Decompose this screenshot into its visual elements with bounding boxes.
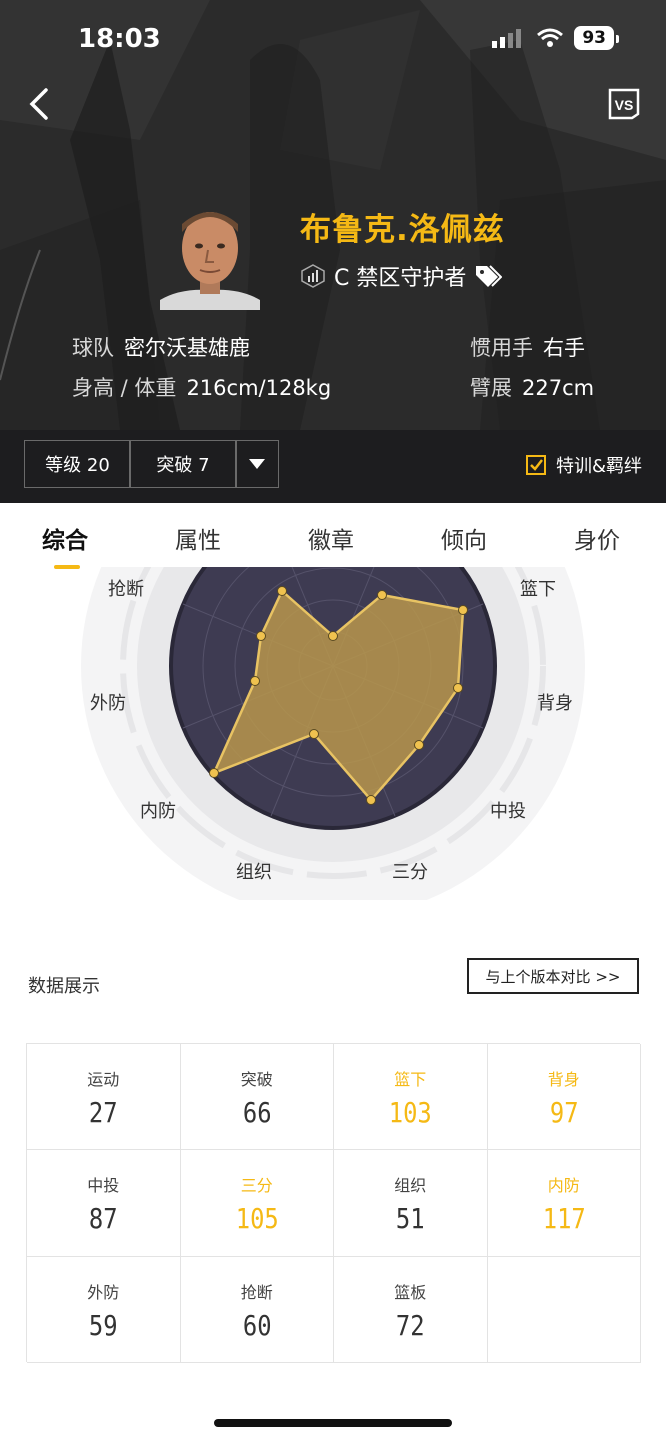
player-role: C 禁区守护者 <box>334 266 467 291</box>
radar-chart-svg <box>81 567 585 900</box>
player-avatar <box>160 202 260 310</box>
stat-cell: 突破 66 <box>180 1044 334 1151</box>
radar-chart: 篮下 背身 中投 三分 组织 内防 外防 抢断 <box>0 567 666 900</box>
height-weight-label: 身高 / 体重 <box>72 376 177 400</box>
hand-value: 右手 <box>543 336 585 360</box>
breakthrough-selector[interactable]: 突破 7 <box>129 440 237 488</box>
stat-value: 117 <box>542 1202 586 1236</box>
level-selector[interactable]: 等级 20 <box>24 440 131 488</box>
chevron-left-icon <box>29 88 48 120</box>
dropdown-button[interactable] <box>235 440 279 488</box>
status-time: 18:03 <box>78 24 161 54</box>
stat-label: 三分 <box>240 1176 273 1196</box>
signal-icon <box>492 29 522 48</box>
player-name: 布鲁克.洛佩兹 <box>300 212 505 248</box>
stat-value: 59 <box>88 1308 118 1342</box>
section-title: 数据展示 <box>28 976 100 997</box>
position-badge-icon <box>301 264 325 288</box>
tab-tendencies[interactable]: 倾向 <box>441 521 487 555</box>
team-info: 球队 密尔沃基雄鹿 <box>72 332 250 362</box>
stat-value: 60 <box>242 1308 272 1342</box>
height-weight-value: 216cm/128kg <box>186 376 332 400</box>
radar-label-steal: 抢断 <box>108 579 144 600</box>
vs-compare-icon: VS <box>608 88 640 120</box>
stat-cell: 外防 59 <box>27 1256 181 1363</box>
stat-label: 组织 <box>394 1176 427 1196</box>
control-bar: 等级 20 突破 7 特训&羁绊 <box>0 430 666 503</box>
stats-grid: 运动 27 突破 66 篮下 103 背身 97 中投 87 三分 105 组织… <box>26 1043 641 1363</box>
tab-badges[interactable]: 徽章 <box>308 521 354 555</box>
status-icons: 93 <box>492 26 619 50</box>
team-label: 球队 <box>72 336 114 360</box>
stat-label: 外防 <box>87 1282 120 1302</box>
training-bond-toggle[interactable]: 特训&羁绊 <box>525 452 642 478</box>
tab-attributes[interactable]: 属性 <box>175 521 221 555</box>
stat-cell: 篮板 72 <box>334 1256 488 1363</box>
stat-value: 87 <box>88 1202 118 1236</box>
stat-cell: 中投 87 <box>27 1150 181 1257</box>
stat-cell: 篮下 103 <box>334 1044 488 1151</box>
radar-label-midrange: 中投 <box>490 801 526 822</box>
stat-cell: 背身 97 <box>487 1044 641 1151</box>
compare-version-button[interactable]: 与上个版本对比 >> <box>467 958 639 994</box>
stat-label: 篮下 <box>394 1070 427 1089</box>
radar-label-playmaking: 组织 <box>236 862 272 883</box>
stat-value: 51 <box>395 1202 425 1236</box>
svg-text:VS: VS <box>615 97 634 113</box>
stat-label: 中投 <box>87 1176 120 1196</box>
training-bond-label: 特训&羁绊 <box>555 456 642 477</box>
team-value: 密尔沃基雄鹿 <box>124 336 250 360</box>
hand-info: 惯用手 右手 <box>470 332 585 362</box>
caret-down-icon <box>249 459 265 469</box>
battery-indicator: 93 <box>574 26 619 50</box>
stat-label: 抢断 <box>240 1282 273 1302</box>
stat-value: 103 <box>388 1096 432 1129</box>
stat-label: 内防 <box>547 1176 580 1196</box>
stat-cell: 抢断 60 <box>180 1256 334 1363</box>
wingspan-value: 227cm <box>522 376 595 400</box>
stat-label: 突破 <box>240 1070 273 1089</box>
stat-cell-empty <box>487 1256 641 1363</box>
vs-compare-button[interactable]: VS <box>606 86 642 122</box>
stat-value: 66 <box>242 1096 272 1129</box>
radar-label-interior-defense: 内防 <box>140 801 176 822</box>
wifi-icon <box>537 28 564 47</box>
stat-cell: 三分 105 <box>180 1150 334 1257</box>
check-icon <box>530 459 543 471</box>
stat-cell: 组织 51 <box>334 1150 488 1257</box>
stat-label: 背身 <box>547 1070 580 1089</box>
stat-cell: 内防 117 <box>487 1150 641 1257</box>
radar-label-post: 背身 <box>537 693 573 714</box>
home-indicator[interactable] <box>214 1419 452 1427</box>
stat-label: 篮板 <box>394 1282 427 1302</box>
stat-value: 27 <box>88 1096 118 1129</box>
player-role-row: C 禁区守护者 <box>300 260 503 292</box>
tab-bar: 综合 属性 徽章 倾向 身价 <box>0 503 666 569</box>
wingspan-label: 臂展 <box>470 376 512 400</box>
tag-icon[interactable] <box>474 263 503 289</box>
wingspan-info: 臂展 227cm <box>470 372 594 402</box>
stat-label: 运动 <box>87 1070 120 1089</box>
radar-label-perimeter-defense: 外防 <box>90 693 126 714</box>
hand-label: 惯用手 <box>470 336 533 360</box>
radar-label-inside: 篮下 <box>520 579 556 600</box>
tab-value[interactable]: 身价 <box>574 521 620 555</box>
back-button[interactable] <box>20 82 60 126</box>
stat-value: 97 <box>549 1096 579 1129</box>
tab-overview[interactable]: 综合 <box>42 521 88 555</box>
player-header: 18:03 93 VS 布鲁克.洛佩兹 C 禁区守护者 球队 密尔沃基雄鹿 惯用… <box>0 0 666 430</box>
height-weight-info: 身高 / 体重 216cm/128kg <box>72 372 331 402</box>
radar-label-three: 三分 <box>392 862 428 883</box>
stat-value: 72 <box>395 1308 425 1342</box>
stat-cell: 运动 27 <box>27 1044 181 1151</box>
training-bond-checkbox[interactable] <box>525 455 546 475</box>
stat-value: 105 <box>235 1202 279 1236</box>
